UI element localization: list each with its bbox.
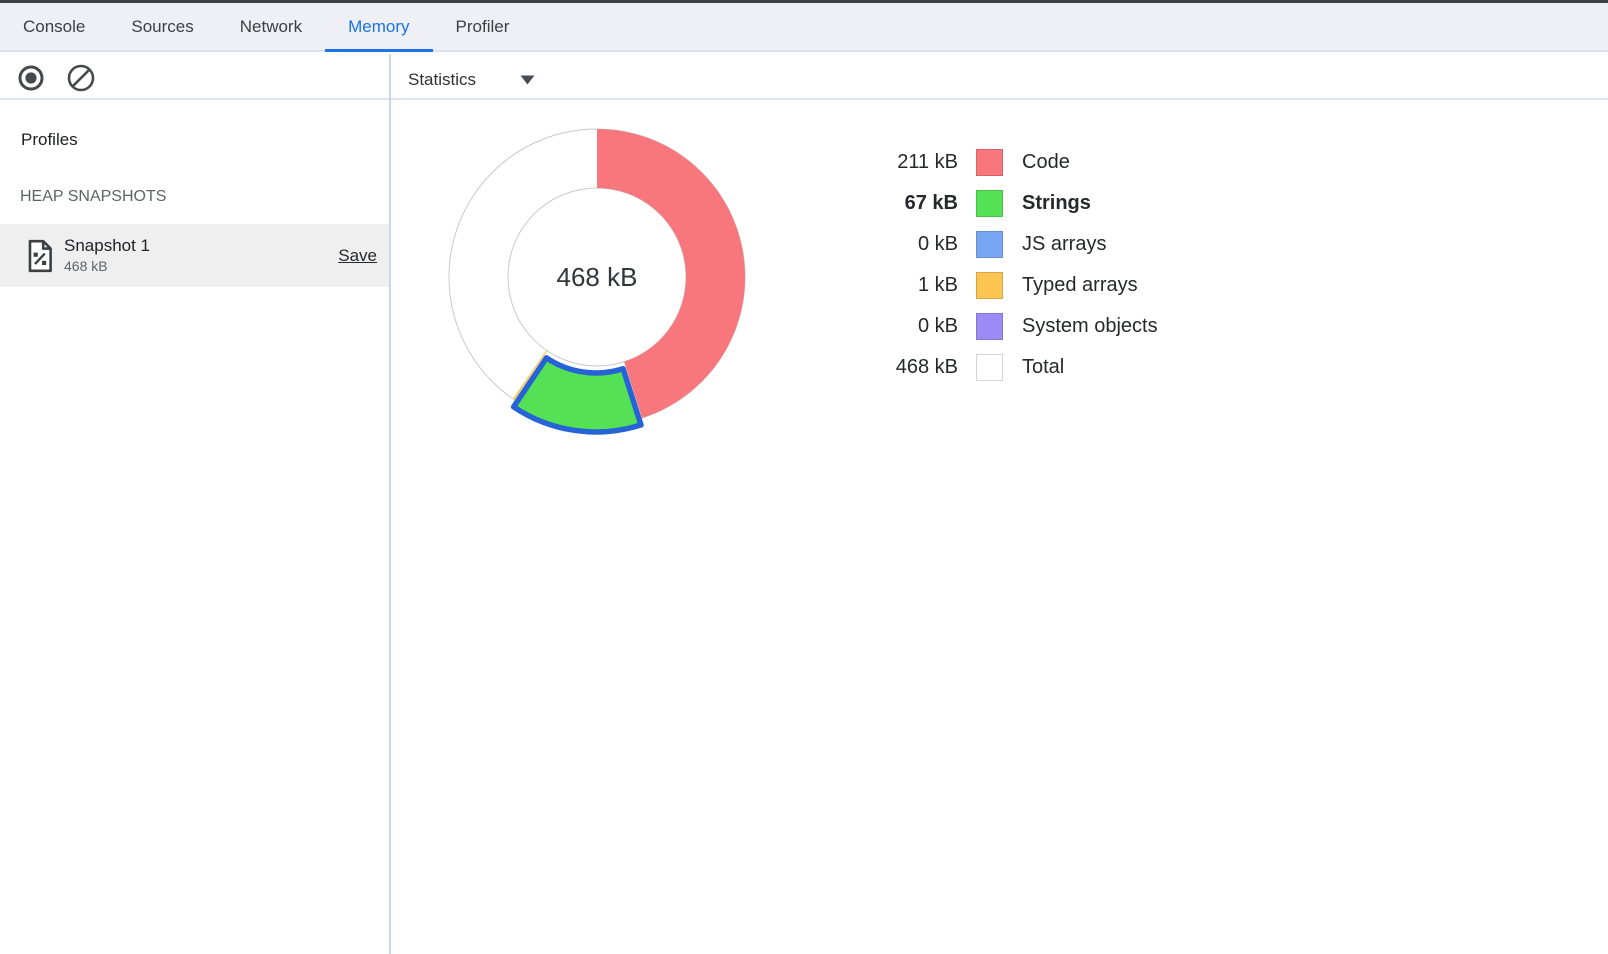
tab-memory[interactable]: Memory (325, 3, 432, 50)
clear-icon (67, 64, 95, 97)
record-heap-snapshot-button[interactable] (17, 66, 45, 94)
legend-row-typed-arrays[interactable]: 1 kB Typed arrays (860, 265, 1158, 306)
legend-label: JS arrays (1022, 233, 1106, 256)
perspective-dropdown-label: Statistics (408, 70, 476, 90)
legend-value: 0 kB (860, 233, 958, 256)
donut-center-label: 468 kB (557, 262, 638, 292)
legend-row-total[interactable]: 468 kB Total (860, 347, 1158, 388)
heap-snapshots-heading: HEAP SNAPSHOTS (20, 188, 166, 206)
legend-value: 468 kB (860, 356, 958, 379)
legend-row-js-arrays[interactable]: 0 kB JS arrays (860, 224, 1158, 265)
chevron-down-icon (520, 70, 535, 90)
tab-console[interactable]: Console (0, 3, 108, 50)
donut-chart: 468 kB (432, 112, 762, 442)
statistics-chart-area: 468 kB 211 kB Code 67 kB Strings 0 kB JS arra… (391, 100, 1608, 954)
perspective-dropdown[interactable]: Statistics (408, 70, 535, 90)
legend-value: 67 kB (860, 192, 958, 215)
legend-value: 1 kB (860, 274, 958, 297)
heap-snapshot-file-icon (27, 239, 53, 273)
sidebar-content: Profiles HEAP SNAPSHOTS Snapshot 1 468 k… (0, 100, 389, 954)
pie-slice-strings[interactable] (514, 358, 641, 432)
legend-label: Total (1022, 356, 1064, 379)
devtools-body: Profiles HEAP SNAPSHOTS Snapshot 1 468 k… (0, 54, 1608, 954)
legend-value: 211 kB (860, 151, 958, 174)
legend-value: 0 kB (860, 315, 958, 338)
tab-bar: ConsoleSourcesNetworkMemoryProfiler (0, 3, 1608, 52)
sidebar-toolbar (0, 54, 389, 100)
main-toolbar: Statistics (391, 54, 1608, 100)
profiles-sidebar: Profiles HEAP SNAPSHOTS Snapshot 1 468 k… (0, 54, 389, 954)
save-snapshot-link[interactable]: Save (338, 246, 377, 266)
legend-swatch-typed-arrays (976, 272, 1003, 299)
legend-label: Strings (1022, 192, 1091, 215)
snapshot-size: 468 kB (64, 258, 338, 275)
legend-label: Code (1022, 151, 1070, 174)
profiles-heading: Profiles (21, 130, 78, 150)
snapshot-info: Snapshot 1 468 kB (64, 236, 338, 274)
legend-swatch-total (976, 354, 1003, 381)
tab-sources[interactable]: Sources (108, 3, 216, 50)
legend-swatch-strings (976, 190, 1003, 217)
tab-network[interactable]: Network (217, 3, 325, 50)
main-panel: Statistics 468 kB 211 kB Code 67 kB Strings… (391, 54, 1608, 954)
legend-label: System objects (1022, 315, 1158, 338)
legend-swatch-code (976, 149, 1003, 176)
legend-swatch-system-objects (976, 313, 1003, 340)
snapshot-list-item[interactable]: Snapshot 1 468 kB Save (0, 224, 389, 287)
chart-legend: 211 kB Code 67 kB Strings 0 kB JS arrays 1 kB T… (860, 142, 1158, 388)
legend-row-strings[interactable]: 67 kB Strings (860, 183, 1158, 224)
clear-profiles-button[interactable] (67, 66, 95, 94)
legend-row-system-objects[interactable]: 0 kB System objects (860, 306, 1158, 347)
legend-label: Typed arrays (1022, 274, 1138, 297)
record-icon (17, 64, 45, 97)
snapshot-title: Snapshot 1 (64, 236, 338, 256)
tab-profiler[interactable]: Profiler (433, 3, 533, 50)
legend-swatch-js-arrays (976, 231, 1003, 258)
legend-row-code[interactable]: 211 kB Code (860, 142, 1158, 183)
